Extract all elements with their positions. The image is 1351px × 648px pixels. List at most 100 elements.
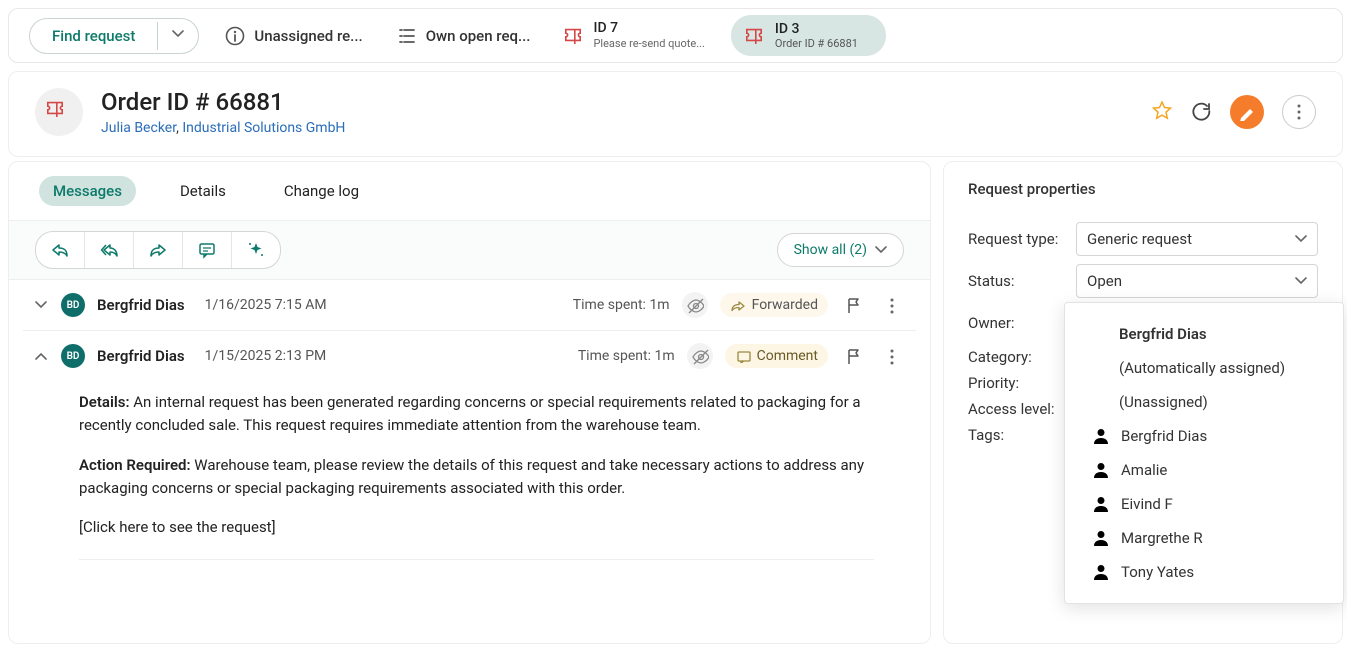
edit-button[interactable] bbox=[1230, 95, 1264, 129]
properties-panel: Request properties Request type: Generic… bbox=[943, 161, 1343, 644]
request-subtitle: Julia Becker, Industrial Solutions GmbH bbox=[101, 120, 1134, 136]
flag-button[interactable] bbox=[840, 343, 866, 369]
visibility-toggle[interactable] bbox=[687, 343, 713, 369]
prop-label-status: Status: bbox=[968, 272, 1076, 290]
message-more-button[interactable] bbox=[878, 343, 904, 369]
show-all-dropdown[interactable]: Show all (2) bbox=[777, 233, 904, 267]
message-type-badge: Forwarded bbox=[720, 293, 828, 317]
favorite-button[interactable] bbox=[1152, 101, 1174, 123]
user-online-icon bbox=[1093, 428, 1109, 444]
request-type-icon bbox=[35, 88, 83, 136]
message-body: Details: An internal request has been ge… bbox=[35, 369, 904, 559]
message-more-button[interactable] bbox=[878, 292, 904, 318]
chevron-down-icon bbox=[1295, 235, 1307, 243]
owner-option-user[interactable]: Margrethe R bbox=[1065, 521, 1343, 555]
eye-off-icon bbox=[686, 296, 704, 314]
author-name: Bergfrid Dias bbox=[97, 347, 185, 365]
forward-small-icon bbox=[730, 298, 746, 312]
kebab-icon bbox=[1289, 102, 1309, 122]
flag-icon bbox=[844, 296, 862, 314]
reply-button-group bbox=[35, 231, 281, 269]
kebab-icon bbox=[882, 347, 900, 365]
ai-assist-button[interactable] bbox=[232, 232, 280, 268]
ticket-icon bbox=[46, 99, 72, 125]
tab-id3-subtitle: Order ID # 66881 bbox=[775, 37, 858, 50]
list-icon bbox=[397, 26, 417, 46]
prop-label-owner: Owner: bbox=[968, 314, 1076, 332]
star-icon bbox=[1152, 101, 1174, 123]
refresh-button[interactable] bbox=[1192, 102, 1212, 122]
show-all-label: Show all (2) bbox=[794, 242, 867, 258]
comment-small-icon bbox=[735, 349, 751, 363]
ticket-icon bbox=[564, 26, 584, 46]
owner-option-user[interactable]: Bergfrid Dias bbox=[1065, 419, 1343, 453]
tab-id7-subtitle: Please re-send quote... bbox=[593, 37, 704, 51]
prop-label-access: Access level: bbox=[968, 400, 1076, 418]
prop-label-request-type: Request type: bbox=[968, 230, 1076, 248]
author-name: Bergfrid Dias bbox=[97, 296, 185, 314]
author-avatar: BD bbox=[61, 344, 85, 368]
nav-unassigned-label: Unassigned re... bbox=[254, 27, 362, 45]
chevron-down-icon bbox=[1295, 277, 1307, 285]
nav-own-open-requests[interactable]: Own open req... bbox=[389, 22, 539, 50]
flag-icon bbox=[844, 347, 862, 365]
message-date: 1/15/2025 2:13 PM bbox=[205, 348, 327, 364]
messages-list: BD Bergfrid Dias 1/16/2025 7:15 AM Time … bbox=[9, 280, 930, 643]
comment-button[interactable] bbox=[183, 232, 232, 268]
collapse-toggle[interactable] bbox=[35, 352, 49, 360]
request-type-select[interactable]: Generic request bbox=[1076, 222, 1318, 256]
expand-toggle[interactable] bbox=[35, 301, 49, 309]
content-tabs: Messages Details Change log bbox=[9, 162, 930, 220]
tab-request-id3-active[interactable]: ID 3 Order ID # 66881 bbox=[731, 15, 886, 56]
messages-toolbar: Show all (2) bbox=[9, 220, 930, 280]
owner-option-unassigned[interactable]: (Unassigned) bbox=[1065, 385, 1343, 419]
flag-button[interactable] bbox=[840, 292, 866, 318]
message-item: BD Bergfrid Dias 1/15/2025 2:13 PM Time … bbox=[23, 331, 916, 572]
nav-unassigned-requests[interactable]: Unassigned re... bbox=[217, 22, 370, 50]
forward-icon bbox=[148, 240, 168, 260]
author-avatar: BD bbox=[61, 293, 85, 317]
owner-option-current[interactable]: Bergfrid Dias bbox=[1065, 317, 1343, 351]
tab-request-id7[interactable]: ID 7 Please re-send quote... bbox=[556, 16, 712, 55]
owner-dropdown-menu: Bergfrid Dias (Automatically assigned) (… bbox=[1064, 302, 1344, 604]
message-item: BD Bergfrid Dias 1/16/2025 7:15 AM Time … bbox=[23, 280, 916, 331]
kebab-icon bbox=[882, 296, 900, 314]
properties-panel-title: Request properties bbox=[968, 180, 1318, 198]
tab-id7-title: ID 7 bbox=[593, 20, 704, 38]
tab-messages[interactable]: Messages bbox=[39, 176, 136, 206]
chevron-down-icon bbox=[875, 246, 887, 254]
find-request-button[interactable]: Find request bbox=[30, 19, 157, 53]
forward-button[interactable] bbox=[134, 232, 183, 268]
user-icon bbox=[1093, 462, 1109, 478]
comment-icon bbox=[197, 240, 217, 260]
reply-button[interactable] bbox=[36, 232, 85, 268]
tab-details[interactable]: Details bbox=[166, 176, 240, 206]
prop-label-tags: Tags: bbox=[968, 426, 1076, 444]
nav-own-open-label: Own open req... bbox=[426, 27, 531, 45]
top-toolbar: Find request Unassigned re... Own open r… bbox=[8, 8, 1343, 63]
refresh-icon bbox=[1192, 102, 1212, 122]
reply-all-button[interactable] bbox=[85, 232, 134, 268]
visibility-toggle[interactable] bbox=[682, 292, 708, 318]
company-link[interactable]: Industrial Solutions GmbH bbox=[182, 120, 345, 136]
request-header: Order ID # 66881 Julia Becker, Industria… bbox=[8, 71, 1343, 157]
user-icon bbox=[1093, 496, 1109, 512]
status-select[interactable]: Open bbox=[1076, 264, 1318, 298]
prop-label-category: Category: bbox=[968, 348, 1076, 366]
find-request-dropdown-toggle[interactable] bbox=[157, 22, 198, 50]
chevron-up-icon bbox=[35, 352, 47, 360]
owner-option-user[interactable]: Eivind F bbox=[1065, 487, 1343, 521]
more-actions-button[interactable] bbox=[1282, 95, 1316, 129]
status-value: Open bbox=[1087, 272, 1122, 290]
eye-off-icon bbox=[691, 347, 709, 365]
tab-change-log[interactable]: Change log bbox=[270, 176, 373, 206]
message-type-badge: Comment bbox=[725, 344, 828, 368]
owner-option-user[interactable]: Amalie bbox=[1065, 453, 1343, 487]
contact-link[interactable]: Julia Becker bbox=[101, 120, 176, 136]
sparkle-icon bbox=[246, 240, 266, 260]
owner-option-auto[interactable]: (Automatically assigned) bbox=[1065, 351, 1343, 385]
chevron-down-icon bbox=[172, 30, 184, 42]
reply-icon bbox=[50, 240, 70, 260]
request-type-value: Generic request bbox=[1087, 230, 1192, 248]
owner-option-user[interactable]: Tony Yates bbox=[1065, 555, 1343, 589]
